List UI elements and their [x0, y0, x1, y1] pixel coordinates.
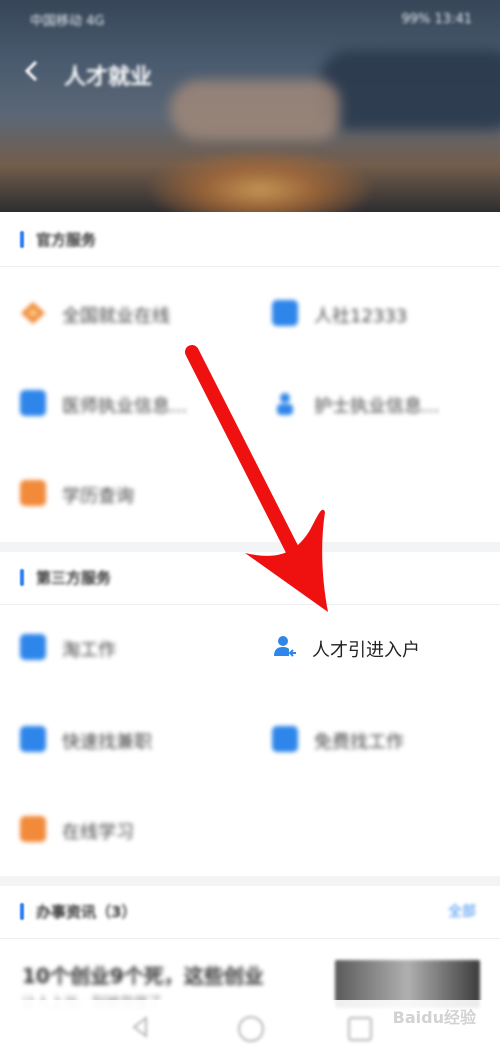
- service-item-nurse-info[interactable]: 护士执业信息...: [272, 382, 492, 426]
- nav-header: 人才就业: [0, 52, 500, 92]
- service-item-tao-work[interactable]: 淘工作: [20, 626, 240, 670]
- carrier-text: 中国移动 4G: [30, 14, 105, 29]
- circle-home-icon[interactable]: [238, 1016, 264, 1042]
- service-item-degree-query[interactable]: 学历查询: [20, 472, 240, 516]
- user-transfer-icon: [272, 634, 298, 660]
- certificate-icon: [20, 480, 46, 506]
- section-news-title: 办事资讯（3）: [36, 903, 137, 921]
- service-item-label: 护士执业信息...: [314, 396, 440, 417]
- service-item-free-job[interactable]: 免费找工作: [272, 718, 492, 762]
- service-item-label: 人才引进入户: [312, 640, 420, 661]
- medical-circle-icon: [20, 390, 46, 416]
- service-item-label: 人社12333: [314, 306, 408, 327]
- edit-card-icon: [20, 726, 46, 752]
- service-item-label: 免费找工作: [314, 732, 404, 753]
- news-headline[interactable]: 10个创业9个死，这些创业: [22, 960, 264, 989]
- globe-chat-icon: [272, 726, 298, 752]
- service-item-label: 在线学习: [62, 822, 134, 843]
- chevron-left-icon[interactable]: [20, 56, 50, 86]
- section-official-header: 官方服务: [0, 214, 500, 267]
- service-item-national-employment[interactable]: 全国就业在线: [20, 292, 240, 336]
- section-accent-bar: [20, 569, 24, 586]
- section-third-party-title: 第三方服务: [36, 569, 112, 587]
- service-item-online-learning[interactable]: 在线学习: [20, 808, 240, 852]
- status-bar: 中国移动 4G 99% 13:41: [0, 6, 500, 36]
- service-item-label: 淘工作: [62, 640, 116, 661]
- service-item-label: 医师执业信息...: [62, 396, 188, 417]
- diamond-logo-icon: [20, 300, 46, 326]
- service-item-hr12333[interactable]: 人社12333: [272, 292, 492, 336]
- document-edit-icon: [20, 634, 46, 660]
- service-item-label: 学历查询: [62, 486, 134, 507]
- section-accent-bar: [20, 903, 24, 920]
- service-item-label: 快速找兼职: [62, 732, 152, 753]
- nurse-icon: [272, 390, 298, 416]
- service-item-label: 全国就业在线: [62, 306, 170, 327]
- service-item-doctor-info[interactable]: 医师执业信息...: [20, 382, 240, 426]
- book-icon: [20, 816, 46, 842]
- page-title: 人才就业: [64, 65, 153, 90]
- triangle-back-icon[interactable]: [128, 1014, 154, 1040]
- battery-time-text: 99% 13:41: [401, 12, 473, 27]
- view-all-link[interactable]: 全部: [448, 901, 476, 921]
- section-news-header: 办事资讯（3） 全部: [0, 886, 500, 939]
- section-accent-bar: [20, 231, 24, 248]
- section-official-title: 官方服务: [36, 231, 97, 249]
- watermark-logo: Baidu经验: [392, 1008, 476, 1027]
- square-recent-icon[interactable]: [348, 1017, 372, 1041]
- service-item-part-time[interactable]: 快速找兼职: [20, 718, 240, 762]
- header-banner: 中国移动 4G 99% 13:41 人才就业: [0, 0, 500, 212]
- section-third-party-header: 第三方服务: [0, 552, 500, 605]
- id-card-icon: [272, 300, 298, 326]
- service-item-talent-settlement[interactable]: 人才引进入户: [272, 626, 492, 670]
